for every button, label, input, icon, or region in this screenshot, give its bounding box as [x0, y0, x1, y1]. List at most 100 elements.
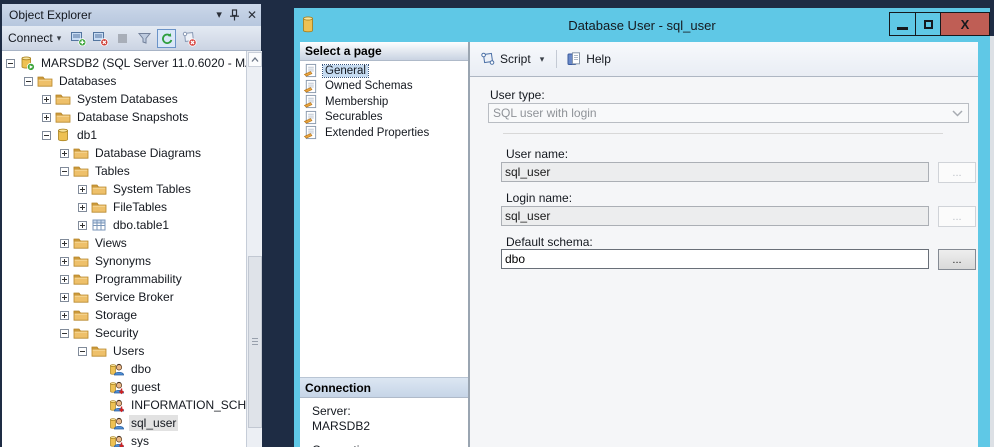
tree-item-views[interactable]: Views [2, 234, 246, 252]
server-name: MARSDB2 [300, 419, 468, 433]
user-type-select: SQL user with login [488, 103, 969, 123]
tree-item-label: INFORMATION_SCHEM [129, 397, 246, 413]
dialog-title: Database User - sql_user [294, 18, 990, 33]
folder-icon [91, 199, 107, 215]
tree-item-sql-user[interactable]: sql_user [2, 414, 246, 432]
script-button[interactable]: Script [479, 51, 531, 67]
dialog-content: Script ▾ Help User type: SQL user with l… [470, 42, 978, 447]
page-list: GeneralOwned SchemasMembershipSecurables… [300, 61, 468, 141]
tree-item-database-diagrams[interactable]: Database Diagrams [2, 144, 246, 162]
tree-item-sys[interactable]: sys [2, 432, 246, 447]
object-explorer-title: Object Explorer [9, 8, 216, 22]
page-item-extended-properties[interactable]: Extended Properties [300, 125, 468, 141]
dialog-titlebar[interactable]: Database User - sql_user X [294, 8, 990, 42]
tree-item-guest[interactable]: guest [2, 378, 246, 396]
refresh-icon[interactable] [157, 29, 176, 48]
page-item-owned-schemas[interactable]: Owned Schemas [300, 79, 468, 95]
scrollbar-thumb[interactable] [248, 256, 262, 428]
collapse-icon[interactable] [6, 59, 15, 68]
expand-icon[interactable] [60, 239, 69, 248]
expand-icon[interactable] [78, 203, 87, 212]
tree-item-label: sql_user [129, 415, 178, 431]
database-user-dialog: Database User - sql_user X Select a page… [294, 8, 990, 447]
minimize-button[interactable] [889, 12, 916, 36]
tree-item-marsdb2-sql-server-11-0-6020-marsd[interactable]: MARSDB2 (SQL Server 11.0.6020 - MARSD [2, 54, 246, 72]
page-item-securables[interactable]: Securables [300, 110, 468, 126]
collapse-icon[interactable] [78, 347, 87, 356]
object-explorer-scrollbar[interactable] [246, 51, 262, 447]
tree-item-label: Synonyms [93, 253, 153, 269]
tree-item-users[interactable]: Users [2, 342, 246, 360]
collapse-icon[interactable] [24, 77, 33, 86]
connect-server-icon[interactable] [69, 29, 88, 48]
script-dropdown-icon[interactable]: ▾ [537, 54, 548, 65]
pin-icon[interactable] [229, 9, 240, 21]
expand-icon[interactable] [42, 95, 51, 104]
tree-item-security[interactable]: Security [2, 324, 246, 342]
close-icon[interactable]: ✕ [247, 9, 257, 21]
tree-item-databases[interactable]: Databases [2, 72, 246, 90]
user-name-label: User name: [506, 147, 568, 161]
tree-item-label: Database Snapshots [75, 109, 190, 125]
object-explorer-titlebar[interactable]: Object Explorer ▾ ✕ [2, 4, 261, 26]
dialog-body: Select a page GeneralOwned SchemasMember… [300, 42, 978, 447]
tree-item-db1[interactable]: db1 [2, 126, 246, 144]
folder-icon [73, 163, 89, 179]
tree-item-dbo[interactable]: dbo [2, 360, 246, 378]
default-schema-input[interactable] [501, 249, 929, 269]
maximize-button[interactable] [915, 12, 941, 36]
help-button[interactable]: Help [566, 51, 611, 67]
tree-item-information-schem[interactable]: INFORMATION_SCHEM [2, 396, 246, 414]
tree-item-label: Programmability [93, 271, 184, 287]
tree-item-label: sys [129, 433, 151, 447]
tree-item-service-broker[interactable]: Service Broker [2, 288, 246, 306]
collapse-icon[interactable] [60, 167, 69, 176]
collapse-icon[interactable] [42, 131, 51, 140]
chevron-down-icon: ▾ [57, 33, 62, 44]
folder-icon [73, 289, 89, 305]
tree-item-system-tables[interactable]: System Tables [2, 180, 246, 198]
disconnect-server-icon[interactable] [91, 29, 110, 48]
collapse-icon[interactable] [60, 329, 69, 338]
select-page-header: Select a page [300, 42, 468, 61]
tree-item-synonyms[interactable]: Synonyms [2, 252, 246, 270]
expand-icon[interactable] [60, 311, 69, 320]
tree-item-programmability[interactable]: Programmability [2, 270, 246, 288]
page-item-general[interactable]: General [300, 63, 468, 79]
dialog-toolbar: Script ▾ Help [470, 42, 978, 77]
tree-item-filetables[interactable]: FileTables [2, 198, 246, 216]
expand-icon[interactable] [78, 185, 87, 194]
folder-icon [73, 325, 89, 341]
tree-item-storage[interactable]: Storage [2, 306, 246, 324]
scroll-up-button[interactable] [248, 52, 262, 67]
connect-button[interactable]: Connect ▾ [8, 31, 61, 45]
minimize-icon [897, 27, 908, 30]
expand-icon[interactable] [60, 257, 69, 266]
tree-item-label: dbo.table1 [111, 217, 171, 233]
maximize-icon [924, 20, 933, 29]
tree-item-label: System Databases [75, 91, 180, 107]
tree-item-label: Security [93, 325, 140, 341]
server-icon [19, 55, 35, 71]
tree-item-tables[interactable]: Tables [2, 162, 246, 180]
expand-icon[interactable] [60, 275, 69, 284]
script-error-icon[interactable] [179, 29, 198, 48]
script-icon [479, 51, 496, 67]
expand-icon[interactable] [60, 149, 69, 158]
expand-icon[interactable] [42, 113, 51, 122]
filter-icon[interactable] [135, 29, 154, 48]
stop-icon [113, 29, 132, 48]
tree-item-database-snapshots[interactable]: Database Snapshots [2, 108, 246, 126]
expand-icon[interactable] [60, 293, 69, 302]
server-label: Server: [300, 404, 468, 418]
tree-item-dbo-table1[interactable]: dbo.table1 [2, 216, 246, 234]
tree-item-label: Databases [57, 73, 118, 89]
user-type-value: SQL user with login [489, 106, 946, 120]
connection-section: Connection Server: MARSDB2 Connection: [300, 377, 468, 447]
expand-icon[interactable] [78, 221, 87, 230]
page-item-membership[interactable]: Membership [300, 94, 468, 110]
window-position-menu-icon[interactable]: ▾ [216, 10, 222, 21]
close-button[interactable]: X [940, 12, 990, 36]
tree-item-system-databases[interactable]: System Databases [2, 90, 246, 108]
default-schema-browse-button[interactable]: ... [938, 249, 976, 270]
